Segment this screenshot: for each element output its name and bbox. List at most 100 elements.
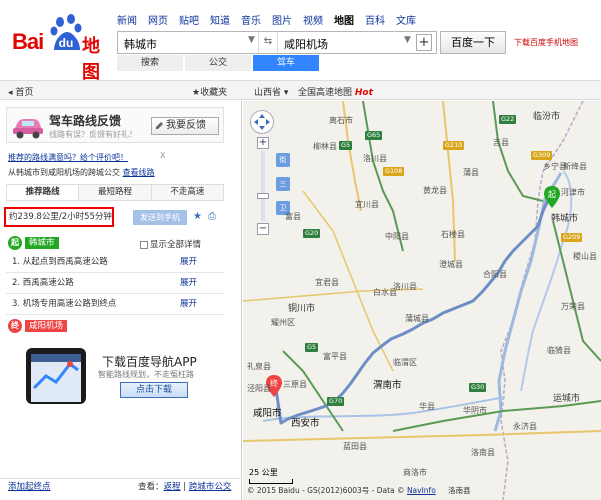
home-link[interactable]: ◂ 首页 — [8, 85, 33, 98]
to-input[interactable]: 咸阳机场 — [284, 36, 328, 52]
footer-sep: | — [183, 482, 187, 492]
nav-tieba[interactable]: 贴吧 — [179, 12, 199, 27]
map-label: 铜川市 — [288, 304, 316, 314]
map-canvas[interactable]: + − 街 三 卫 起 终 离石市 柳林县 洛川县 黄龙县 临汾市 中阳县 宜川… — [243, 101, 601, 500]
from-dropdown-icon[interactable]: ▼ — [248, 35, 255, 45]
intercity-transit-link[interactable]: 跨城市公交 — [189, 482, 232, 492]
map-label: 富平县 — [323, 352, 347, 361]
send-to-phone-button[interactable]: 发送到手机 — [133, 210, 187, 225]
view-transit-link[interactable]: 查看线路 — [123, 168, 155, 177]
road-shield: G209 — [561, 233, 583, 242]
navinfo-link[interactable]: NavInfo — [407, 486, 436, 495]
pencil-icon — [156, 122, 163, 129]
close-icon[interactable]: X — [160, 151, 165, 160]
map-label: 宜川县 — [355, 200, 379, 209]
to-dropdown-icon[interactable]: ▼ — [404, 35, 411, 45]
tab-search[interactable]: 搜索 — [117, 55, 183, 71]
map-label: 运城市 — [553, 394, 581, 404]
rating-prompt[interactable]: 推荐的路线满意吗？给个评价吧！ X — [8, 151, 165, 163]
show-all-details-checkbox[interactable]: 显示全部详情 — [140, 238, 201, 250]
feedback-button-label: 我要反馈 — [166, 120, 206, 131]
logo-ditu: 地图 — [82, 36, 100, 83]
road-shield: G70 — [327, 397, 345, 406]
nav-video[interactable]: 视频 — [303, 12, 323, 27]
baidu-logo[interactable]: Bai du 地图 — [12, 12, 112, 83]
route-options: 推荐路线 最短路程 不走高速 — [6, 184, 224, 201]
download-app-link[interactable]: 下载百度手机地图 — [514, 37, 578, 48]
nav-images[interactable]: 图片 — [272, 12, 292, 27]
zoom-in-button[interactable]: + — [257, 137, 269, 149]
map-label: 合阳县 — [483, 270, 507, 279]
favorites-link[interactable]: ★收藏夹 — [192, 85, 227, 98]
print-icon[interactable]: ⎙ — [208, 211, 216, 222]
road-shield: G108 — [383, 167, 405, 176]
logo-bai: Bai — [12, 29, 44, 54]
svg-text:起: 起 — [548, 190, 556, 199]
zoom-slider[interactable] — [257, 193, 269, 199]
tab-recommended[interactable]: 推荐路线 — [7, 185, 80, 200]
map-label: 石楼县 — [441, 230, 465, 239]
zoom-out-button[interactable]: − — [257, 223, 269, 235]
expand-link[interactable]: 展开 — [180, 252, 197, 273]
tab-shortest[interactable]: 最短路程 — [79, 185, 152, 200]
add-endpoint-link[interactable]: 添加起终点 — [8, 479, 51, 496]
map-label: 永济县 — [513, 422, 537, 431]
map-label: 白水县 — [373, 288, 397, 297]
tab-no-highway[interactable]: 不走高速 — [151, 185, 223, 200]
zoom-level-city[interactable]: 三 — [276, 177, 290, 191]
zoom-track[interactable] — [261, 151, 265, 221]
zoom-control: + − — [257, 137, 269, 235]
phone-illustration — [26, 348, 86, 404]
map-label: 离石市 — [329, 116, 353, 125]
zoom-level-street[interactable]: 街 — [276, 153, 290, 167]
nav-baike[interactable]: 百科 — [365, 12, 385, 27]
map-label: 稷山县 — [573, 252, 597, 261]
footer-see: 查看： — [138, 482, 164, 492]
start-marker-icon[interactable]: 起 — [544, 186, 560, 208]
feedback-button[interactable]: 我要反馈 — [151, 117, 219, 135]
expand-link[interactable]: 展开 — [180, 294, 197, 315]
end-point: 终咸阳机场 — [8, 319, 68, 333]
route-step[interactable]: 1. 从起点到西禹高速公路 展开 — [6, 252, 224, 273]
tab-transit[interactable]: 公交 — [185, 55, 251, 71]
map-label: 富县 — [285, 212, 301, 221]
start-point: 起韩城市 — [8, 236, 59, 250]
download-button[interactable]: 点击下载 — [120, 382, 188, 398]
toolbar: ◂ 首页 ★收藏夹 山西省 ▾ 全国高速地图 Hot — [0, 80, 601, 100]
feedback-title: 驾车路线反馈 — [49, 114, 122, 128]
from-input[interactable]: 韩城市 — [124, 36, 157, 52]
favorite-icon[interactable]: ★ — [193, 211, 202, 222]
search-button[interactable]: 百度一下 — [440, 31, 506, 54]
ad-subtitle: 智能路线规划，不走冤枉路 — [98, 370, 194, 379]
route-step[interactable]: 2. 西禹高速公路 展开 — [6, 273, 224, 294]
star-icon: ★ — [192, 88, 201, 98]
nav-wenku[interactable]: 文库 — [396, 12, 416, 27]
return-route-link[interactable]: 返程 — [164, 482, 181, 492]
map-label: 洛南县 — [471, 448, 495, 457]
end-place: 咸阳机场 — [25, 320, 68, 332]
add-waypoint-button[interactable]: + — [416, 34, 432, 51]
expand-link[interactable]: 展开 — [180, 273, 197, 294]
nav-news[interactable]: 新闻 — [117, 12, 137, 27]
road-shield: G65 — [365, 131, 383, 140]
nav-map[interactable]: 地图 — [334, 12, 354, 27]
highway-map-link[interactable]: 全国高速地图 Hot — [298, 85, 373, 98]
province-selector[interactable]: 山西省 ▾ — [254, 85, 288, 98]
map-label: 蒲城县 — [405, 314, 429, 323]
map-label: 三原县 — [283, 380, 307, 389]
map-label: 河津市 — [561, 188, 585, 197]
swap-icon[interactable]: ⇆ — [258, 32, 278, 53]
nav-music[interactable]: 音乐 — [241, 12, 261, 27]
nav-zhidao[interactable]: 知道 — [210, 12, 230, 27]
nav-web[interactable]: 网页 — [148, 12, 168, 27]
bottom-place-label: 洛南县 — [448, 486, 471, 495]
pan-control[interactable] — [250, 110, 274, 134]
tab-drive[interactable]: 驾车 — [253, 55, 319, 71]
pan-arrows-icon — [254, 114, 270, 130]
road-shield: G309 — [531, 151, 553, 160]
end-badge: 终 — [8, 319, 22, 333]
road-shield: G5 — [305, 343, 319, 352]
map-label: 新绛县 — [563, 162, 587, 171]
route-step[interactable]: 3. 机场专用高速公路到终点 展开 — [6, 294, 224, 315]
map-label: 黄龙县 — [423, 186, 447, 195]
